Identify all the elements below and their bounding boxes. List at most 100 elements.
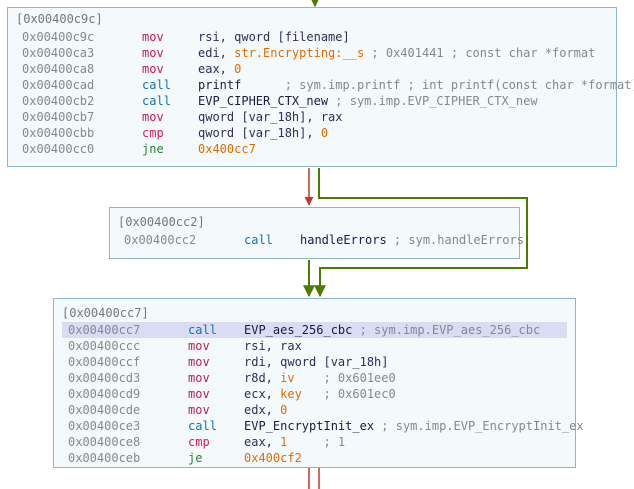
block-title: [0x00400c9c] [16,12,103,26]
function-reference[interactable]: EVP_EncryptInit_ex [244,419,374,433]
instruction-row[interactable]: 0x00400cd9 mov ecx, key ; 0x601ec0 [62,386,567,402]
instruction-address[interactable]: 0x00400cc0 [22,141,94,157]
instruction-row[interactable]: 0x00400cad call printf ; sym.imp.printf ; … [16,77,634,93]
operand-text[interactable]: 0x400cc7 [198,142,256,156]
instruction-operands: edx, 0 [244,402,287,418]
instruction-address[interactable]: 0x00400c9c [22,29,94,45]
instruction-address[interactable]: 0x00400ccf [68,354,140,370]
instruction-row[interactable]: 0x00400cc2 call handleErrors ; sym.handleE… [118,232,524,248]
instruction-operands: EVP_CIPHER_CTX_new ; sym.imp.EVP_CIPHER_… [198,93,538,109]
instruction-operands: printf ; sym.imp.printf ; int printf(con… [198,77,634,93]
instruction-operands: rdi, qword [var_18h] [244,354,389,370]
function-reference[interactable]: EVP_CIPHER_CTX_new [198,94,328,108]
instruction-row[interactable]: 0x00400cbb cmp qword [var_18h], 0 [16,125,608,141]
operand-text: r8d, [244,371,281,385]
instruction-address[interactable]: 0x00400cc7 [68,322,140,338]
function-reference[interactable]: EVP_aes_256_cbc [244,323,352,337]
operand-text: qword [var_18h], rax [198,110,343,124]
instruction-operands: 0x400cc7 [198,141,256,157]
instruction-operands: qword [var_18h], 0 [198,125,328,141]
instruction-row[interactable]: 0x00400cd3 mov r8d, iv ; 0x601ee0 [62,370,567,386]
instruction-comment: ; sym.imp.EVP_EncryptInit_ex [374,419,584,433]
instruction-address[interactable]: 0x00400ca8 [22,61,94,77]
instruction-operands: ecx, key ; 0x601ec0 [244,386,396,402]
operand-text: rdi, qword [var_18h] [244,355,389,369]
instruction-mnemonic: call [142,78,171,92]
instruction-mnemonic: mov [188,371,210,385]
instruction-address[interactable]: 0x00400ccc [68,338,140,354]
instruction-operands: edi, str.Encrypting:__s ; 0x401441 ; con… [198,45,595,61]
instruction-operands: EVP_aes_256_cbc ; sym.imp.EVP_aes_256_cb… [244,322,540,338]
instruction-comment: ; sym.imp.EVP_aes_256_cbc [352,323,541,337]
instruction-address[interactable]: 0x00400cbb [22,125,94,141]
instruction-row[interactable]: 0x00400cb2 call EVP_CIPHER_CTX_new ; sym.i… [16,93,608,109]
instruction-row[interactable]: 0x00400cc0 jne 0x400cc7 [16,141,608,157]
instruction-address[interactable]: 0x00400ce8 [68,434,140,450]
instruction-address[interactable]: 0x00400ceb [68,450,140,466]
operand-text: 0 [320,126,329,140]
code-block-0x00400c9c[interactable]: [0x00400c9c] 0x00400c9c mov rsi, qword [fi… [7,7,634,167]
instruction-mnemonic: cmp [142,126,164,140]
operand-text: rsi, qword [filename] [198,30,350,44]
instruction-row[interactable]: 0x00400cb7 mov qword [var_18h], rax [16,109,608,125]
instruction-row[interactable]: 0x00400ce8 cmp eax, 1 ; 1 [62,434,567,450]
instruction-address[interactable]: 0x00400cde [68,402,140,418]
instruction-comment: ; sym.imp.EVP_CIPHER_CTX_new [328,94,538,108]
instruction-comment: ; 0x401441 ; const char *format [364,46,596,60]
instruction-row[interactable]: 0x00400cc7 call EVP_aes_256_cbc ; sym.imp.… [62,322,567,338]
code-block-0x00400cc2[interactable]: [0x00400cc2] 0x00400cc2 call handleErrors … [109,207,524,259]
block-title: [0x00400cc7] [62,306,149,320]
instruction-mnemonic: mov [142,30,164,44]
symbol-reference[interactable]: key [280,387,302,401]
instruction-mnemonic: call [188,323,217,337]
instruction-operands: qword [var_18h], rax [198,109,343,125]
instruction-mnemonic: mov [142,62,164,76]
function-reference[interactable]: printf [198,78,241,92]
instruction-operands: EVP_EncryptInit_ex ; sym.imp.EVP_Encrypt… [244,418,584,434]
operand-text[interactable]: 0x400cf2 [244,451,302,465]
instruction-row[interactable]: 0x00400ccf mov rdi, qword [var_18h] [62,354,567,370]
instruction-row[interactable]: 0x00400ccc mov rsi, rax [62,338,567,354]
block-title: [0x00400cc2] [118,215,205,229]
instruction-row[interactable]: 0x00400ca8 mov eax, 0 [16,61,608,77]
function-reference[interactable]: handleErrors [300,233,387,247]
instruction-comment: ; 0x601ee0 [294,371,396,385]
instruction-mnemonic: jne [142,142,164,156]
instruction-row[interactable]: 0x00400cde mov edx, 0 [62,402,567,418]
instruction-mnemonic: call [142,94,171,108]
instruction-mnemonic: call [188,419,217,433]
instruction-comment: ; sym.imp.printf ; int printf(const char… [241,78,634,92]
operand-text: edx, [244,403,281,417]
instruction-row[interactable]: 0x00400ce3 call EVP_EncryptInit_ex ; sym.i… [62,418,584,434]
operand-text: rsi, rax [244,339,302,353]
instruction-address[interactable]: 0x00400cc2 [124,232,196,248]
instruction-mnemonic: mov [142,46,164,60]
instruction-row[interactable]: 0x00400ceb je 0x400cf2 [62,450,567,466]
instruction-comment: ; sym.handleErrors [386,233,524,247]
instruction-address[interactable]: 0x00400cad [22,77,94,93]
operand-text: eax, [198,62,235,76]
instruction-operands: rsi, rax [244,338,302,354]
instruction-address[interactable]: 0x00400ca3 [22,45,94,61]
operand-text: eax, [244,435,281,449]
operand-text: ecx, [244,387,281,401]
symbol-reference[interactable]: iv [280,371,294,385]
code-block-0x00400cc7[interactable]: [0x00400cc7] 0x00400cc7 call EVP_aes_256_c… [53,298,584,468]
instruction-operands: handleErrors ; sym.handleErrors [300,232,524,248]
instruction-address[interactable]: 0x00400ce3 [68,418,140,434]
instruction-mnemonic: mov [188,403,210,417]
instruction-operands: 0x400cf2 [244,450,302,466]
instruction-address[interactable]: 0x00400cb2 [22,93,94,109]
instruction-operands: eax, 0 [198,61,241,77]
symbol-reference[interactable]: str.Encrypting:__s [234,46,364,60]
instruction-row[interactable]: 0x00400c9c mov rsi, qword [filename] [16,29,608,45]
instruction-operands: rsi, qword [filename] [198,29,350,45]
instruction-operands: r8d, iv ; 0x601ee0 [244,370,396,386]
instruction-address[interactable]: 0x00400cb7 [22,109,94,125]
instruction-address[interactable]: 0x00400cd9 [68,386,140,402]
instruction-mnemonic: mov [188,387,210,401]
instruction-mnemonic: mov [142,110,164,124]
instruction-mnemonic: je [188,451,203,465]
instruction-address[interactable]: 0x00400cd3 [68,370,140,386]
instruction-row[interactable]: 0x00400ca3 mov edi, str.Encrypting:__s ; 0… [16,45,608,61]
